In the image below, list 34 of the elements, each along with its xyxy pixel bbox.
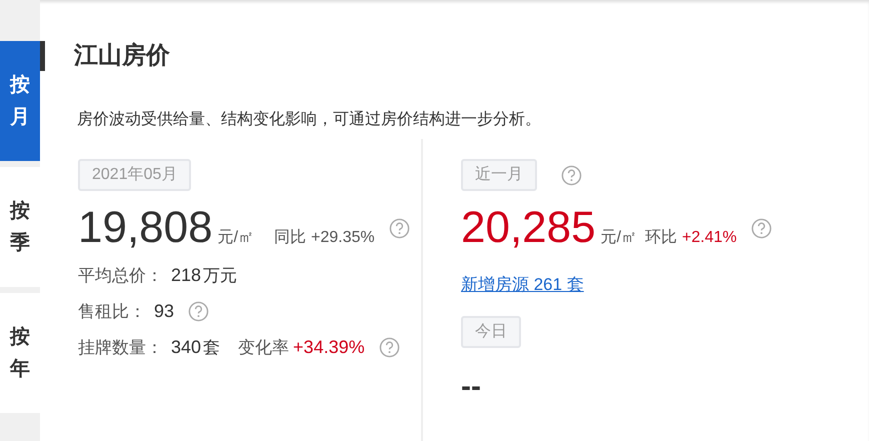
help-icon[interactable] [388,218,410,238]
stat-label: 售租比： [78,300,146,322]
stat-label: 挂牌数量： [78,336,163,358]
period-label: 2021年05月 [78,159,192,191]
change-value: +2.41% [682,229,737,247]
stat-unit: 套 [203,336,220,358]
price-value: 20,285 [461,203,596,253]
page-title: 江山房价 [74,41,170,71]
description-text: 房价波动受供给量、结构变化影响，可通过房价结构进一步分析。 [77,110,542,130]
stat-label: 平均总价： [78,264,163,286]
change-value: +29.35% [311,229,375,247]
period-label: 今日 [461,316,521,348]
title-marker [40,41,45,71]
stat-label: 变化率 [238,336,290,358]
change-label: 环比 [645,228,678,248]
help-icon[interactable] [750,218,772,238]
help-icon[interactable] [188,300,210,322]
stat-value: 218 [171,264,202,286]
stat-value: 93 [154,300,174,322]
stat-value: 340 [171,336,202,358]
period-tab[interactable]: 按年 [0,293,40,413]
help-icon[interactable] [378,336,400,358]
stat-unit: 万元 [203,264,238,286]
price-unit: 元/㎡ [218,228,254,248]
new-listings-link[interactable]: 新增房源 261 套 [461,273,584,296]
period-label: 近一月 [461,159,537,191]
today-value: -- [461,370,482,404]
price-value: 19,808 [78,203,213,253]
help-icon[interactable] [561,164,582,186]
change-label: 同比 [274,228,306,248]
period-tab[interactable]: 按月 [0,41,40,161]
stat-value: +34.39% [293,336,365,358]
period-tab[interactable]: 按季 [0,167,40,287]
price-unit: 元/㎡ [600,228,638,248]
